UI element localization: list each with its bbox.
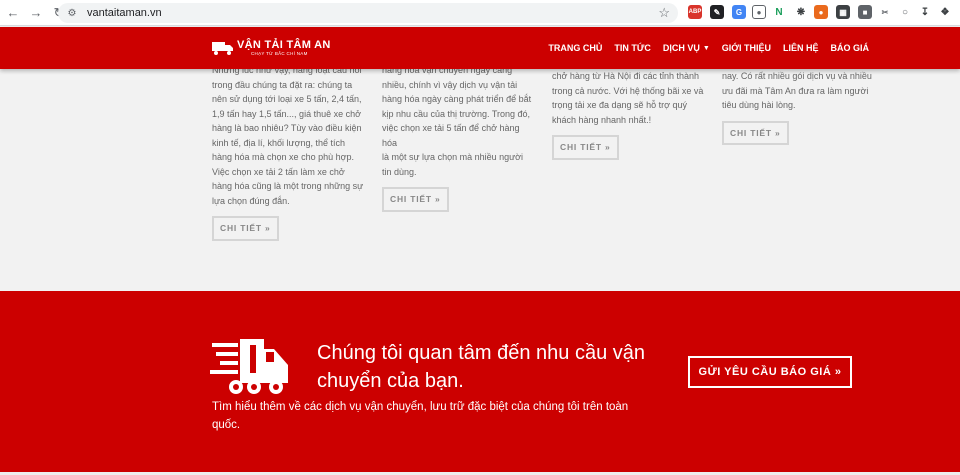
post-text-line: việc chọn xe tải 5 tấn để chở hàng hóa [382,123,520,148]
post-text-line: nên sử dụng tới loại xe 5 tấn, 2,4 tấn, [212,94,362,104]
puzzle-extension-icon[interactable]: ❖ [938,5,952,19]
fast-truck-icon [210,339,288,394]
post-text-line: tin dùng. [382,166,417,177]
post-text-line: Việc chọn xe tải 2 tấn làm xe chở [212,166,345,177]
read-more-button-1[interactable]: CHI TIẾT » [212,216,279,241]
menu-item-tin-tuc[interactable]: TIN TỨC [614,43,650,53]
post-excerpt-2: hàng hóa vận chuyển ngày càng nhiều, chí… [382,69,534,212]
post-text-line: Những lúc như vậy, hàng loạt câu hỏi [212,69,362,75]
menu-item-gioi-thieu[interactable]: GIỚI THIỆU [722,43,771,53]
read-more-button-3[interactable]: CHI TIẾT » [552,135,619,160]
post-text-line: 1,9 tấn hay 1,5 tấn..., giá thuê xe chở [212,108,362,119]
post-text-line: chở hàng từ Hà Nội đi các tỉnh thành [552,71,700,81]
cta-title: Chúng tôi quan tâm đến nhu cầu vận chuyể… [317,342,646,392]
translate-extension-icon[interactable]: G [732,5,746,19]
post-text-line: ưu đãi mà Tâm An đưa ra làm người [722,85,869,96]
site-logo[interactable]: VẬN TẢI TÂM AN CHẠY TỪ BẮC CHÍ NAM [212,36,331,60]
pen-extension-icon[interactable]: ✎ [710,5,724,19]
post-text-line: trọng tải xe đa dạng sẽ hỗ trợ quý [552,100,687,110]
post-text-line: hàng hóa cũng là một trong những sự [212,181,364,191]
menu-item-lien-he[interactable]: LIÊN HỆ [783,43,819,53]
post-text-line: trong cả nước. Với hệ thống bãi xe và [552,85,704,96]
cta-section: Chúng tôi quan tâm đến nhu cầu vận chuyể… [0,291,960,472]
cta-subtitle: Tìm hiểu thêm về các dịch vụ vận chuyển,… [212,401,629,431]
image-extension-icon[interactable]: ▦ [836,5,850,19]
n-extension-icon[interactable]: N [772,5,786,19]
request-quote-button[interactable]: GỬI YÊU CẦU BÁO GIÁ » [688,356,852,388]
post-text-line: hàng hóa vận chuyển ngày càng [382,69,513,75]
chevron-down-icon: ▼ [702,44,710,52]
menu-item-bao-gia[interactable]: BÁO GIÁ [830,43,869,53]
site-header: VẬN TẢI TÂM AN CHẠY TỪ BẮC CHÍ NAM TRANG… [0,27,960,69]
read-more-button-2[interactable]: CHI TIẾT » [382,187,449,212]
post-text-line: hàng hóa ngày càng phát triển để bắt [382,94,532,104]
read-more-button-4[interactable]: CHI TIẾT » [722,120,789,145]
logo-brand: VẬN TẢI TÂM AN [237,39,331,51]
address-bar[interactable]: ⚙ vantaitaman.vn ☆ [58,3,678,23]
forward-icon[interactable]: → [26,3,46,23]
address-url: vantaitaman.vn [87,7,162,19]
post-excerpt-3: chở hàng từ Hà Nội đi các tỉnh thành tro… [552,69,704,160]
adblock-extension-icon[interactable]: ABP [688,5,702,19]
post-text-line: hàng là bao nhiêu? Tùy vào điều kiện [212,123,362,133]
post-text-line: hàng hóa mà chọn xe cho phù hợp. [212,152,355,162]
menu-item-dich-vu[interactable]: DỊCH VỤ ▼ [663,43,710,53]
post-text-line: là một sự lựa chọn mà nhiều người [382,152,524,162]
camera-extension-icon[interactable]: ● [752,5,766,19]
post-text-line: nay. Có rất nhiều gói dịch vụ và nhiều [722,71,872,81]
main-menu: TRANG CHỦ TIN TỨC DỊCH VỤ ▼ GIỚI THIỆU LI… [536,27,869,69]
shield-extension-icon[interactable]: ○ [898,5,912,19]
truck-logo-icon [212,42,233,55]
post-grid: Những lúc như vậy, hàng loạt câu hỏi tro… [0,69,960,291]
logo-text: VẬN TẢI TÂM AN CHẠY TỪ BẮC CHÍ NAM [237,39,331,57]
post-text-line: kịp nhu cầu của thị trường. Trong đó, [382,108,531,119]
download-extension-icon[interactable]: ↧ [918,5,932,19]
post-text-line: kinh tế, địa lí, khối lượng, thể tích [212,137,345,148]
clip-extension-icon[interactable]: ■ [858,5,872,19]
post-text-line: khách hàng nhanh nhất.! [552,114,652,125]
back-icon[interactable]: ← [3,3,23,23]
scissors-extension-icon[interactable]: ✂ [878,5,892,19]
post-text-line: nhiều, chính vì vậy dịch vụ vận tải [382,79,518,90]
bookmark-star-icon[interactable]: ☆ [658,5,670,21]
post-text-line: lựa chọn đúng đắn. [212,195,290,206]
post-excerpt-1: Những lúc như vậy, hàng loạt câu hỏi tro… [212,69,364,241]
fire-extension-icon[interactable]: ● [814,5,828,19]
post-text-line: trong đầu chúng ta đặt ra: chúng ta [212,79,353,90]
settings-extension-icon[interactable]: ❋ [794,5,808,19]
menu-item-trang-chu[interactable]: TRANG CHỦ [548,43,602,53]
post-excerpt-4: nay. Có rất nhiều gói dịch vụ và nhiều ư… [722,69,874,145]
logo-tagline: CHẠY TỪ BẮC CHÍ NAM [251,51,308,56]
site-info-icon[interactable]: ⚙ [65,6,79,20]
browser-toolbar: ← → ↻ ⚙ vantaitaman.vn ☆ ABP ✎ G ● N ❋ ●… [0,0,960,26]
post-text-line: tiêu dùng hài lòng. [722,100,796,110]
